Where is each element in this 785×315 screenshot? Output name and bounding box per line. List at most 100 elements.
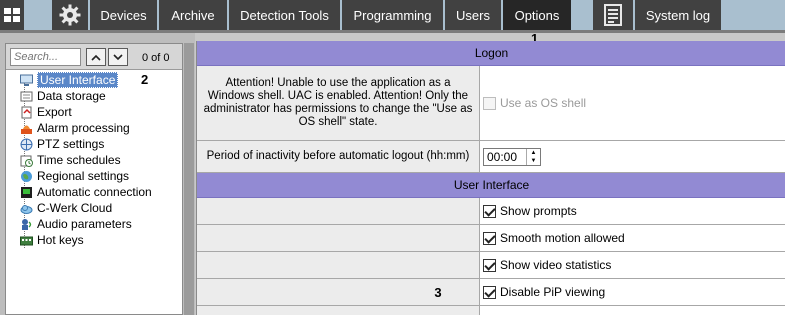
tab-devices[interactable]: Devices [90, 0, 157, 30]
chevron-up-icon [91, 50, 101, 64]
tab-users-label: Users [456, 7, 490, 23]
sidebar-item-label: User Interface [37, 72, 119, 88]
export-icon [20, 106, 33, 119]
grid-icon-button[interactable] [0, 0, 24, 30]
option-cell: Disable PiP viewing [481, 279, 785, 305]
sidebar-item-label: PTZ settings [37, 137, 105, 151]
option-label: Disable PiP viewing [500, 285, 606, 299]
tab-devices-label: Devices [100, 7, 147, 23]
search-counter: 0 of 0 [142, 52, 170, 64]
tab-options[interactable]: Options [503, 0, 571, 30]
cloud-icon [20, 202, 33, 215]
audio-icon [20, 218, 33, 231]
tab-users[interactable]: Users [445, 0, 501, 30]
alarm-icon [20, 122, 33, 135]
time-spinner: ▲ ▼ [526, 148, 540, 165]
sidebar-item-regional-settings[interactable]: Regional settings [6, 168, 182, 184]
monitor-icon [20, 74, 33, 87]
sidebar-search-bar: 0 of 0 [6, 44, 182, 70]
option-row: 3 Disable PiP viewing [197, 279, 785, 306]
option-row: Show video statistics [197, 252, 785, 279]
logon-row-attention: Attention! Unable to use the application… [197, 66, 785, 141]
search-prev-button[interactable] [86, 48, 106, 66]
sidebar-item-label: Alarm processing [37, 121, 130, 135]
settings-button[interactable] [52, 0, 88, 30]
sidebar-item-label: Hot keys [37, 233, 84, 247]
option-row: Show prompts [197, 198, 785, 225]
sidebar-item-label: Automatic connection [37, 185, 152, 199]
option-label: Show video statistics [500, 258, 612, 272]
tab-programming[interactable]: Programming [342, 0, 443, 30]
use-as-os-shell-checkbox[interactable] [483, 96, 496, 110]
tab-system-log[interactable]: System log [635, 0, 721, 30]
section-header-logon: Logon [197, 41, 785, 66]
tab-detection-tools[interactable]: Detection Tools [229, 0, 340, 30]
gear-icon [59, 4, 81, 26]
chevron-down-icon [113, 50, 123, 64]
ptz-icon [20, 138, 33, 151]
sidebar-item-export[interactable]: Export [6, 104, 182, 120]
search-input[interactable] [10, 48, 81, 66]
spin-down-icon[interactable]: ▼ [527, 157, 540, 165]
tab-detection-tools-label: Detection Tools [240, 7, 329, 23]
option-cell: Show video statistics [481, 252, 785, 278]
sidebar-item-time-schedules[interactable]: Time schedules [6, 152, 182, 168]
option-row-spacer [197, 225, 480, 251]
show-prompts-checkbox[interactable] [483, 204, 496, 218]
storage-icon [20, 90, 33, 103]
show-video-statistics-checkbox[interactable] [483, 258, 496, 272]
sidebar-panel: 0 of 0 User Interface Data storage Expor… [0, 33, 195, 315]
search-next-button[interactable] [108, 48, 128, 66]
sidebar-scrollbar[interactable] [184, 43, 194, 315]
option-row-spacer [197, 252, 480, 278]
section-header-user-interface: User Interface [197, 173, 785, 198]
option-label: Smooth motion allowed [500, 231, 625, 245]
options-panel: Logon Attention! Unable to use the appli… [196, 41, 785, 315]
sidebar-item-label: Export [37, 105, 72, 119]
tab-system-log-label: System log [645, 7, 711, 23]
smooth-motion-checkbox[interactable] [483, 231, 496, 245]
hotkeys-icon [20, 234, 33, 247]
use-as-os-shell-cell: Use as OS shell [481, 66, 785, 140]
option-row-spacer [197, 198, 480, 224]
option-label: Show prompts [500, 204, 577, 218]
sidebar-item-ptz-settings[interactable]: PTZ settings [6, 136, 182, 152]
sidebar-item-c-werk-cloud[interactable]: C-Werk Cloud [6, 200, 182, 216]
option-row-spacer [197, 306, 480, 315]
sidebar-item-audio-parameters[interactable]: Audio parameters [6, 216, 182, 232]
connection-icon [20, 186, 33, 199]
top-toolbar: Devices Archive Detection Tools Programm… [0, 0, 785, 33]
tab-archive[interactable]: Archive [159, 0, 227, 30]
option-cell: Smooth motion allowed [481, 225, 785, 251]
sidebar-item-alarm-processing[interactable]: Alarm processing [6, 120, 182, 136]
callout-2: 2 [141, 72, 149, 87]
sidebar-item-label: Regional settings [37, 169, 130, 183]
globe-icon [20, 170, 33, 183]
inactivity-time-value: 00:00 [487, 149, 518, 164]
sidebar-tree-container: 0 of 0 User Interface Data storage Expor… [5, 43, 183, 315]
inactivity-cell: 00:00 ▲ ▼ [481, 141, 785, 172]
option-cell: Show prompts [481, 198, 785, 224]
sidebar-item-label: C-Werk Cloud [37, 201, 113, 215]
sidebar-item-hot-keys[interactable]: Hot keys [6, 232, 182, 248]
grid-icon [4, 8, 20, 22]
option-row: Smooth motion allowed [197, 225, 785, 252]
use-as-os-shell-label: Use as OS shell [500, 96, 587, 110]
sidebar-item-user-interface[interactable]: User Interface [6, 72, 182, 88]
attention-text: Attention! Unable to use the application… [197, 66, 480, 140]
callout-3: 3 [434, 284, 442, 300]
tab-options-label: Options [514, 7, 560, 23]
log-icon [604, 4, 622, 26]
inactivity-time-input[interactable]: 00:00 ▲ ▼ [483, 147, 541, 166]
sidebar-item-label: Audio parameters [37, 217, 132, 231]
settings-tree: User Interface Data storage Export Alarm… [6, 72, 182, 248]
logon-row-inactivity: Period of inactivity before automatic lo… [197, 141, 785, 173]
disable-pip-checkbox[interactable] [483, 285, 496, 299]
option-row-spacer: 3 [197, 279, 480, 305]
sidebar-item-data-storage[interactable]: Data storage [6, 88, 182, 104]
system-log-icon-button[interactable] [593, 0, 633, 30]
spin-up-icon[interactable]: ▲ [527, 149, 540, 157]
inactivity-label: Period of inactivity before automatic lo… [197, 141, 480, 172]
tab-archive-label: Archive [171, 7, 215, 23]
sidebar-item-automatic-connection[interactable]: Automatic connection [6, 184, 182, 200]
